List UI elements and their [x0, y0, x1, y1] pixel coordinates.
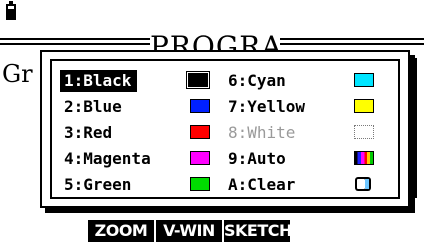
- background-program-text: Gr: [2, 60, 33, 88]
- color-label-white: 8:White: [228, 123, 296, 142]
- f1-zoom-button[interactable]: ZOOM: [88, 220, 154, 242]
- f2-v-win-button[interactable]: V-WIN: [156, 220, 222, 242]
- blue-swatch: [190, 99, 210, 113]
- color-item-clear[interactable]: A:Clear: [224, 174, 374, 196]
- color-label-green: 5:Green: [64, 175, 132, 194]
- color-item-white: 8:White: [224, 122, 374, 144]
- color-item-yellow[interactable]: 7:Yellow: [224, 96, 374, 118]
- black-swatch: [186, 71, 210, 89]
- color-item-red[interactable]: 3:Red: [60, 122, 210, 144]
- background-edge: [415, 58, 417, 198]
- red-swatch: [190, 125, 210, 139]
- battery-icon: [6, 1, 16, 20]
- color-item-auto[interactable]: 9:Auto: [224, 148, 374, 170]
- color-label-black: 1:Black: [60, 70, 138, 92]
- white-swatch: [354, 125, 374, 139]
- function-key-bar: ZOOM V-WIN SKETCH: [0, 220, 424, 244]
- yellow-swatch: [354, 99, 374, 113]
- magenta-swatch: [190, 151, 210, 165]
- color-label-clear: A:Clear: [228, 175, 296, 194]
- color-item-cyan[interactable]: 6:Cyan: [224, 70, 374, 92]
- green-swatch: [190, 177, 210, 191]
- color-item-magenta[interactable]: 4:Magenta: [60, 148, 210, 170]
- color-label-magenta: 4:Magenta: [64, 149, 151, 168]
- color-item-black[interactable]: 1:Black: [60, 70, 210, 92]
- color-label-cyan: 6:Cyan: [228, 71, 286, 90]
- f3-sketch-button[interactable]: SKETCH: [224, 220, 292, 242]
- color-select-popup: 1:Black 2:Blue 3:Red 4:Magenta 5:Green 6…: [40, 50, 410, 208]
- color-item-blue[interactable]: 2:Blue: [60, 96, 210, 118]
- status-bar: [0, 0, 424, 24]
- color-select-frame: 1:Black 2:Blue 3:Red 4:Magenta 5:Green 6…: [50, 59, 400, 199]
- color-label-red: 3:Red: [64, 123, 113, 142]
- color-label-yellow: 7:Yellow: [228, 97, 306, 116]
- eraser-icon: [355, 177, 371, 191]
- auto-multicolor-swatch: [354, 151, 374, 165]
- color-label-auto: 9:Auto: [228, 149, 286, 168]
- cyan-swatch: [354, 73, 374, 87]
- color-label-blue: 2:Blue: [64, 97, 122, 116]
- program-title: PROGRAM: [150, 30, 280, 50]
- color-item-green[interactable]: 5:Green: [60, 174, 210, 196]
